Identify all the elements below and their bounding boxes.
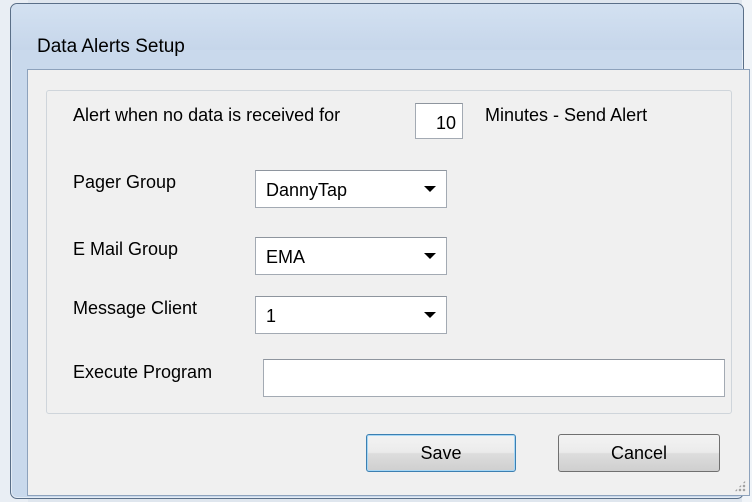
pager-group-dropdown[interactable]: DannyTap bbox=[255, 170, 447, 208]
dialog-window: Data Alerts Setup Alert when no data is … bbox=[10, 3, 750, 499]
window-title: Data Alerts Setup bbox=[37, 36, 185, 57]
pager-group-value: DannyTap bbox=[266, 180, 348, 200]
message-client-label: Message Client bbox=[73, 298, 198, 318]
chevron-down-icon[interactable] bbox=[424, 253, 436, 259]
minutes-value: 10 bbox=[435, 113, 456, 133]
alert-suffix-label: Minutes - Send Alert bbox=[485, 105, 648, 125]
chevron-down-icon[interactable] bbox=[424, 186, 436, 192]
alert-prefix-label: Alert when no data is received for bbox=[73, 105, 341, 125]
save-button[interactable]: Save bbox=[366, 434, 516, 472]
execute-program-label: Execute Program bbox=[73, 362, 213, 382]
email-group-value: EMA bbox=[266, 247, 306, 267]
message-client-value: 1 bbox=[266, 306, 277, 326]
email-group-label: E Mail Group bbox=[73, 239, 179, 259]
pager-group-label: Pager Group bbox=[73, 172, 177, 192]
chevron-down-icon[interactable] bbox=[424, 312, 436, 318]
cancel-button[interactable]: Cancel bbox=[558, 434, 720, 472]
settings-group-box: Alert when no data is received for 10 Mi… bbox=[46, 90, 732, 414]
message-client-dropdown[interactable]: 1 bbox=[255, 296, 447, 334]
email-group-dropdown[interactable]: EMA bbox=[255, 237, 447, 275]
minutes-input[interactable]: 10 bbox=[415, 103, 463, 139]
resize-grip-icon[interactable] bbox=[734, 480, 746, 492]
dialog-client-area: Alert when no data is received for 10 Mi… bbox=[27, 69, 750, 496]
execute-program-input[interactable] bbox=[263, 359, 725, 397]
